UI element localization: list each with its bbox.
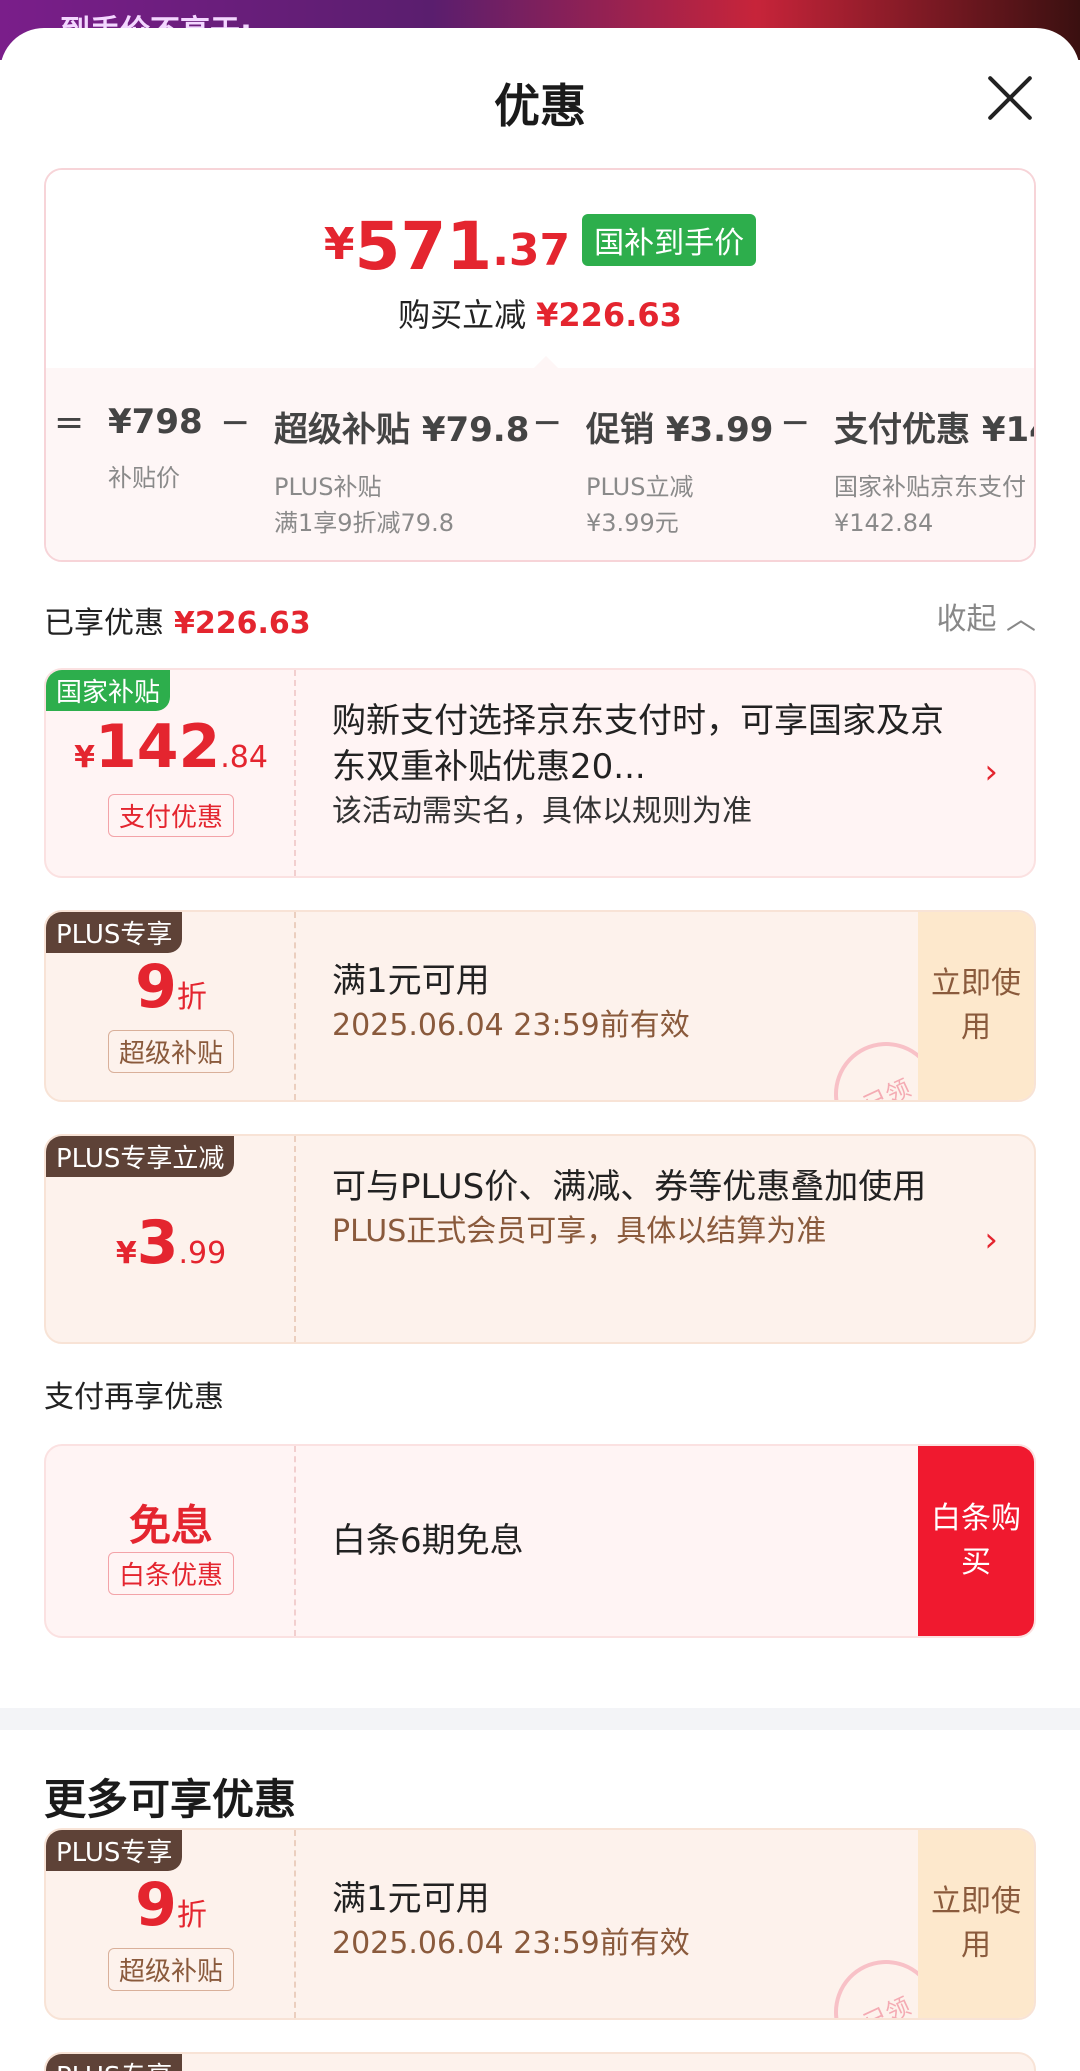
coupon-badge: PLUS专享立减 [46,1136,235,1177]
chevron-right-icon[interactable]: › [984,1220,998,1260]
enjoyed-discount-header: 已享优惠 ¥226.63 [44,606,311,641]
sheet-title: 优惠 [494,79,586,133]
coupon-badge: 国家补贴 [46,670,171,711]
coupon-type-label: 白条优惠 [108,1552,234,1595]
saved-amount: 购买立减 ¥226.63 [398,296,682,334]
minus-sign: − [780,402,811,443]
coupon-partial: PLUS专享 [44,2052,1036,2071]
coupon-plus-discount: PLUS专享 9折 超级补贴 满1元可用 2025.06.04 23:59前有效… [44,910,1036,1102]
coupon-amount: 9折 [135,1870,207,1940]
coupon-badge: PLUS专享 [46,912,183,953]
minus-sign: − [532,402,563,443]
coupon-description: 满1元可用 2025.06.04 23:59前有效 [332,1879,690,1961]
section-divider [0,1708,1080,1730]
breakdown-item: 支付优惠 ¥142.84 国家补贴京东支付¥142.84 [834,410,1034,537]
equals-sign: = [54,402,85,443]
coupon-national-subsidy[interactable]: 国家补贴 ¥142.84 支付优惠 购新支付选择京东支付时，可享国家及京东双重补… [44,668,1036,878]
price-tag: 国补到手价 [582,214,757,266]
coupon-type-label: 超级补贴 [108,1948,234,1991]
collapse-button[interactable]: 收起 ︿ [936,594,1036,638]
final-price: ¥ 571 .37 [323,208,571,285]
coupon-description: 购新支付选择京东支付时，可享国家及京东双重补贴优惠20... 该活动需实名，具体… [332,701,944,829]
coupon-description: 可与PLUS价、满减、券等优惠叠加使用 PLUS正式会员可享，具体以结算为准 [332,1167,927,1249]
coupon-baitiao: 免息 白条优惠 白条6期免息 白条购买 [44,1444,1036,1638]
coupon-amount: 9折 [135,952,207,1022]
chevron-right-icon[interactable]: › [984,752,998,792]
chevron-up-icon: ︿ [1006,602,1036,637]
pay-section-title: 支付再享优惠 [44,1380,224,1415]
coupon-plus-reduction[interactable]: PLUS专享立减 ¥3.99 可与PLUS价、满减、券等优惠叠加使用 PLUS正… [44,1134,1036,1344]
coupon-description: 满1元可用 2025.06.04 23:59前有效 [332,961,690,1043]
coupon-badge: PLUS专享 [46,1830,183,1871]
coupon-type-label: 支付优惠 [108,794,234,837]
breakdown-item: ¥798 补贴价 [108,402,203,492]
minus-sign: − [220,402,251,443]
breakdown-item: 促销 ¥3.99 PLUS立减 ¥3.99元 [586,410,774,537]
coupon-description: 白条6期免息 [332,1521,524,1561]
use-now-button[interactable]: 立即使用 [918,912,1034,1100]
coupon-amount: ¥3.99 [115,1208,227,1278]
baitiao-buy-button[interactable]: 白条购买 [918,1446,1034,1636]
more-section-title: 更多可享优惠 [44,1775,297,1824]
coupon-plus-discount: PLUS专享 9折 超级补贴 满1元可用 2025.06.04 23:59前有效… [44,1828,1036,2020]
price-summary: ¥ 571 .37 国补到手价 购买立减 ¥226.63 = ¥798 补贴价 −… [44,168,1036,562]
breakdown-item: 超级补贴 ¥79.8 PLUS补贴 满1享9折减79.8 [274,410,530,537]
coupon-amount: 免息 [128,1501,213,1550]
coupon-badge: PLUS专享 [46,2054,183,2071]
use-now-button[interactable]: 立即使用 [918,1830,1034,2018]
discount-bottom-sheet: 优惠 ¥ 571 .37 国补到手价 购买立减 ¥226.63 = ¥798 补贴… [0,28,1080,2071]
coupon-type-label: 超级补贴 [108,1030,234,1073]
coupon-amount: ¥142.84 [74,712,268,782]
close-icon[interactable] [984,72,1036,124]
